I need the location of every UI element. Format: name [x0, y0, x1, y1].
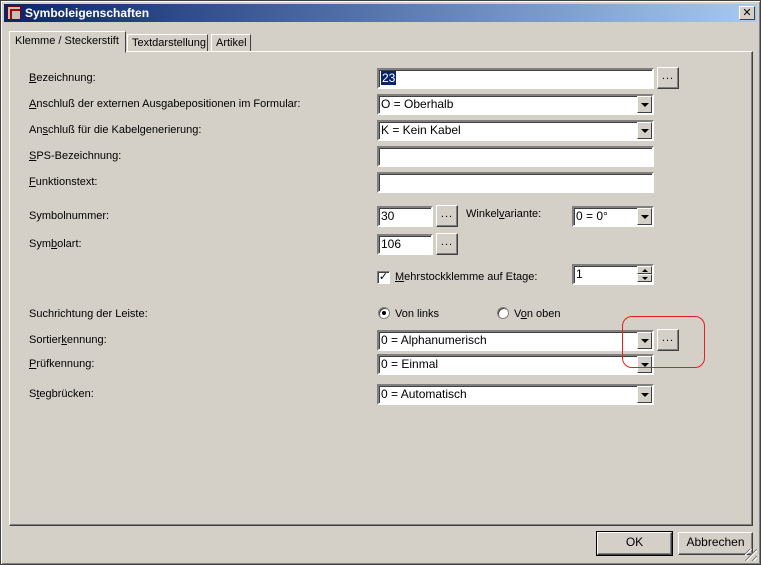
- stegbruecken-select[interactable]: 0 = Automatisch: [377, 384, 654, 405]
- sortierkennung-browse-button[interactable]: ...: [657, 329, 679, 351]
- bezeichnung-label: Bezeichnung:: [29, 72, 96, 84]
- ok-button[interactable]: OK: [596, 531, 673, 556]
- dropdown-button[interactable]: [637, 122, 652, 139]
- mehrstock-label: Mehrstockklemme auf Etage:: [395, 271, 538, 283]
- symbolnummer-label: Symbolnummer:: [29, 210, 110, 222]
- funktionstext-input[interactable]: [377, 172, 654, 193]
- arrow-up-icon: [641, 268, 648, 272]
- symbolnummer-browse-button[interactable]: ...: [436, 205, 458, 227]
- symbolart-browse-button[interactable]: ...: [436, 233, 458, 255]
- sps-input[interactable]: [377, 146, 654, 167]
- close-icon: ✕: [742, 7, 752, 19]
- winkelvariante-select[interactable]: 0 = 0°: [572, 206, 654, 227]
- tab-klemme-steckerstift[interactable]: Klemme / Steckerstift: [9, 31, 126, 53]
- dropdown-button[interactable]: [637, 332, 652, 349]
- dropdown-button[interactable]: [637, 208, 652, 225]
- chevron-down-icon: [640, 128, 649, 133]
- close-button[interactable]: ✕: [739, 6, 755, 20]
- bezeichnung-browse-button[interactable]: ...: [657, 67, 679, 89]
- spin-buttons[interactable]: [637, 266, 652, 283]
- spin-up-button[interactable]: [637, 266, 652, 274]
- winkelvariante-label: Winkelvariante:: [466, 208, 542, 220]
- title-bar[interactable]: Symboleigenschaften ✕: [4, 4, 757, 22]
- pruefkennung-label: Prüfkennung:: [29, 358, 95, 370]
- resize-grip-icon[interactable]: [745, 549, 757, 561]
- arrow-down-icon: [641, 276, 648, 280]
- radio-von-links[interactable]: [378, 307, 390, 319]
- app-icon: [7, 6, 21, 20]
- chevron-down-icon: [640, 214, 649, 219]
- symbolart-input[interactable]: 106: [377, 234, 433, 255]
- chevron-down-icon: [640, 102, 649, 107]
- dialog-window: Symboleigenschaften ✕ Klemme / Steckerst…: [0, 0, 761, 565]
- spin-down-button[interactable]: [637, 274, 652, 282]
- pruefkennung-select[interactable]: 0 = Einmal: [377, 354, 654, 375]
- dropdown-button[interactable]: [637, 96, 652, 113]
- chevron-down-icon: [640, 362, 649, 367]
- anschluss-kabel-label: Anschluß für die Kabelgenerierung:: [29, 124, 202, 136]
- check-icon: ✓: [378, 271, 389, 283]
- anschluss-kabel-select[interactable]: K = Kein Kabel: [377, 120, 654, 141]
- funktionstext-label: Funktionstext:: [29, 176, 98, 188]
- anschluss-ausgabe-select[interactable]: O = Oberhalb: [377, 94, 654, 115]
- symbolart-label: Symbolart:: [29, 238, 82, 250]
- tab-artikel[interactable]: Artikel: [211, 34, 251, 52]
- dropdown-button[interactable]: [637, 386, 652, 403]
- radio-von-oben-label: Von oben: [514, 308, 561, 320]
- etage-spinner[interactable]: 1: [572, 264, 654, 285]
- bezeichnung-input[interactable]: 23: [377, 68, 654, 89]
- sortierkennung-select[interactable]: 0 = Alphanumerisch: [377, 330, 654, 351]
- mehrstock-checkbox[interactable]: ✓: [377, 271, 390, 284]
- sps-label: SPS-Bezeichnung:: [29, 150, 122, 162]
- chevron-down-icon: [640, 392, 649, 397]
- radio-von-links-label: Von links: [395, 308, 440, 320]
- stegbruecken-label: Stegbrücken:: [29, 388, 94, 400]
- anschluss-ausgabe-label: Anschluß der externen Ausgabepositionen …: [29, 98, 301, 110]
- symbolnummer-input[interactable]: 30: [377, 206, 433, 227]
- radio-von-oben[interactable]: [497, 307, 509, 319]
- dropdown-button[interactable]: [637, 356, 652, 373]
- window-title: Symboleigenschaften: [25, 6, 150, 20]
- suchrichtung-label: Suchrichtung der Leiste:: [29, 308, 148, 320]
- cancel-button[interactable]: Abbrechen: [678, 532, 753, 555]
- tab-textdarstellung[interactable]: Textdarstellung: [127, 34, 208, 52]
- chevron-down-icon: [640, 338, 649, 343]
- sortierkennung-label: Sortierkennung:: [29, 334, 107, 346]
